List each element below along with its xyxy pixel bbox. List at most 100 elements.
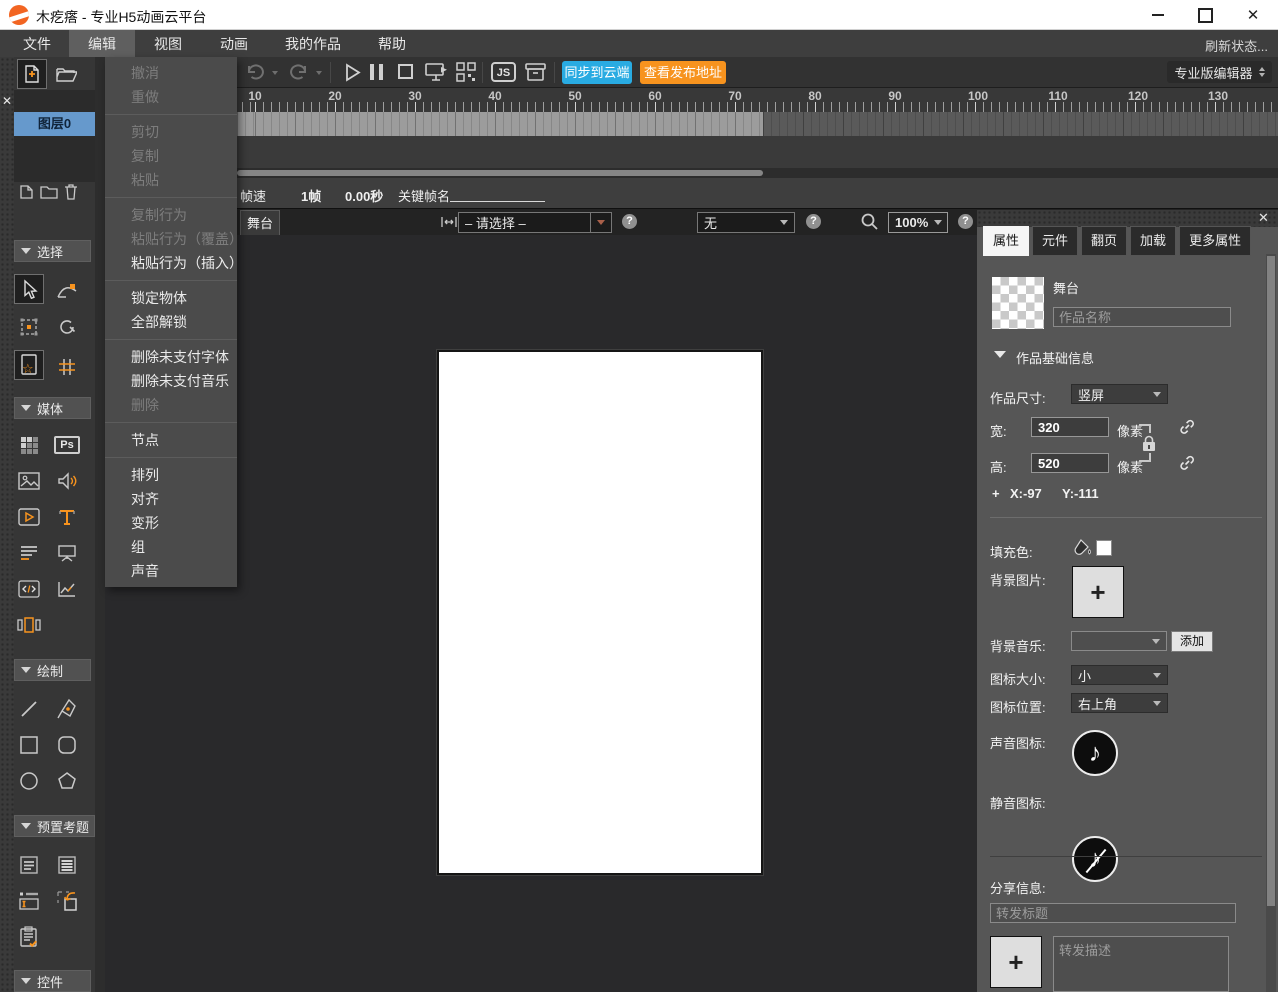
layer-item[interactable]: 图层0	[14, 112, 95, 136]
page-favorite-tool[interactable]: ☆	[14, 350, 44, 380]
menu-item-copy-behavior[interactable]: 复制行为	[105, 203, 237, 227]
presentation-tool[interactable]	[52, 538, 82, 568]
undo-button[interactable]	[244, 62, 266, 82]
tab-more-properties[interactable]: 更多属性	[1179, 226, 1251, 256]
cursor-tool[interactable]	[14, 274, 44, 304]
section-draw[interactable]: 绘制	[14, 659, 91, 681]
collapse-triangle-icon[interactable]	[994, 351, 1006, 364]
stage-thumbnail[interactable]	[992, 277, 1044, 329]
lock-ratio-icon[interactable]	[1141, 434, 1157, 453]
section-select[interactable]: 选择	[14, 240, 91, 262]
effect-select[interactable]: 无	[697, 212, 795, 233]
menu-item-delete-unpaid-fonts[interactable]: 删除未支付字体	[105, 345, 237, 369]
trash-icon[interactable]	[64, 184, 78, 200]
dock-grip[interactable]	[0, 57, 14, 992]
menu-item-delete[interactable]: 删除	[105, 393, 237, 417]
bg-music-add-button[interactable]: 添加	[1171, 631, 1213, 652]
tab-page-flip[interactable]: 翻页	[1081, 226, 1127, 256]
pause-button[interactable]	[370, 64, 383, 80]
dock-close-icon[interactable]: ✕	[2, 94, 12, 108]
photoshop-import-tool[interactable]: Ps	[52, 430, 82, 460]
open-folder-button[interactable]	[51, 59, 81, 89]
drag-question-tool[interactable]	[52, 886, 82, 916]
menu-item-paste-behavior-overwrite[interactable]: 粘贴行为（覆盖）	[105, 227, 237, 251]
qrcode-button[interactable]	[456, 62, 476, 82]
redo-button[interactable]	[288, 62, 310, 82]
new-page-icon[interactable]	[18, 184, 34, 200]
menu-item-cut[interactable]: 剪切	[105, 120, 237, 144]
menu-item-redo[interactable]: 重做	[105, 85, 237, 109]
menu-my-works[interactable]: 我的作品	[267, 30, 359, 57]
menu-item-nodes[interactable]: 节点	[105, 428, 237, 452]
play-button[interactable]	[340, 61, 364, 84]
paint-bucket-icon[interactable]	[1072, 538, 1093, 557]
carousel-tool[interactable]	[14, 610, 44, 640]
rotate-tool[interactable]	[52, 312, 82, 342]
section-preset-questions[interactable]: 预置考题	[14, 815, 95, 837]
timeline-hscrollbar-thumb[interactable]	[237, 170, 763, 176]
paragraph-tool[interactable]	[14, 538, 44, 568]
scene-select[interactable]: – 请选择 –	[458, 212, 612, 233]
path-edit-tool[interactable]	[52, 276, 82, 306]
menu-item-transform[interactable]: 变形	[105, 511, 237, 535]
menu-item-arrange[interactable]: 排列	[105, 463, 237, 487]
menu-item-align[interactable]: 对齐	[105, 487, 237, 511]
undo-dropdown-caret[interactable]	[272, 71, 278, 78]
panel-grip[interactable]	[977, 210, 1278, 227]
minimize-button[interactable]	[1141, 0, 1175, 30]
stage-tab[interactable]: 舞台	[240, 210, 280, 235]
polygon-tool[interactable]	[52, 766, 82, 796]
mute-icon-preview[interactable]: ♪	[1072, 836, 1118, 882]
menu-view[interactable]: 视图	[135, 30, 201, 57]
maximize-button[interactable]	[1188, 0, 1222, 30]
stage-canvas[interactable]	[437, 350, 763, 875]
editor-mode-select[interactable]: 专业版编辑器	[1167, 61, 1272, 83]
menu-file[interactable]: 文件	[5, 30, 69, 57]
sound-icon-preview[interactable]: ♪	[1072, 730, 1118, 776]
survey-question-tool[interactable]	[14, 922, 44, 952]
pen-tool[interactable]	[52, 694, 82, 724]
menu-item-group[interactable]: 组	[105, 535, 237, 559]
keyframe-name-input[interactable]	[450, 201, 545, 202]
fill-color-swatch[interactable]	[1096, 540, 1112, 556]
icon-position-select[interactable]: 右上角	[1071, 693, 1168, 713]
video-tool[interactable]	[14, 502, 44, 532]
multi-choice-question-tool[interactable]	[52, 850, 82, 880]
view-publish-url-button[interactable]: 查看发布地址	[640, 61, 726, 84]
refresh-status[interactable]: 刷新状态...	[1205, 36, 1268, 55]
share-image-add-button[interactable]: +	[990, 936, 1042, 988]
ellipse-tool[interactable]	[14, 766, 44, 796]
menu-item-lock-object[interactable]: 锁定物体	[105, 286, 237, 310]
help-icon[interactable]: ?	[622, 214, 637, 229]
new-folder-icon[interactable]	[40, 185, 58, 199]
section-media[interactable]: 媒体	[14, 397, 91, 419]
zoom-search-icon[interactable]	[860, 212, 879, 231]
menu-item-delete-unpaid-music[interactable]: 删除未支付音乐	[105, 369, 237, 393]
rounded-rectangle-tool[interactable]	[52, 730, 82, 760]
tab-loading[interactable]: 加载	[1130, 226, 1176, 256]
work-name-input[interactable]	[1053, 307, 1231, 327]
marquee-select-tool[interactable]	[14, 312, 44, 342]
sprite-tool[interactable]	[14, 430, 44, 460]
size-preset-select[interactable]: 竖屏	[1071, 384, 1168, 404]
help-icon[interactable]: ?	[806, 214, 821, 229]
expand-position-icon[interactable]: +	[992, 486, 1000, 501]
choice-question-tool[interactable]	[14, 850, 44, 880]
width-link-icon[interactable]	[1178, 418, 1196, 436]
share-title-input[interactable]	[990, 903, 1236, 923]
close-button[interactable]: ✕	[1236, 0, 1270, 30]
panel-close-icon[interactable]: ✕	[1258, 210, 1269, 226]
menu-animation[interactable]: 动画	[201, 30, 267, 57]
menu-item-undo[interactable]: 撤消	[105, 61, 237, 85]
code-tool[interactable]	[14, 574, 44, 604]
width-input[interactable]	[1031, 417, 1109, 437]
menu-item-unlock-all[interactable]: 全部解锁	[105, 310, 237, 334]
fit-width-icon[interactable]	[440, 215, 458, 229]
menu-item-sound[interactable]: 声音	[105, 559, 237, 583]
image-tool[interactable]	[14, 466, 44, 496]
height-link-icon[interactable]	[1178, 454, 1196, 472]
tab-components[interactable]: 元件	[1032, 226, 1078, 256]
line-tool[interactable]	[14, 694, 44, 724]
chart-tool[interactable]	[52, 574, 82, 604]
js-editor-button[interactable]: JS	[491, 62, 516, 82]
